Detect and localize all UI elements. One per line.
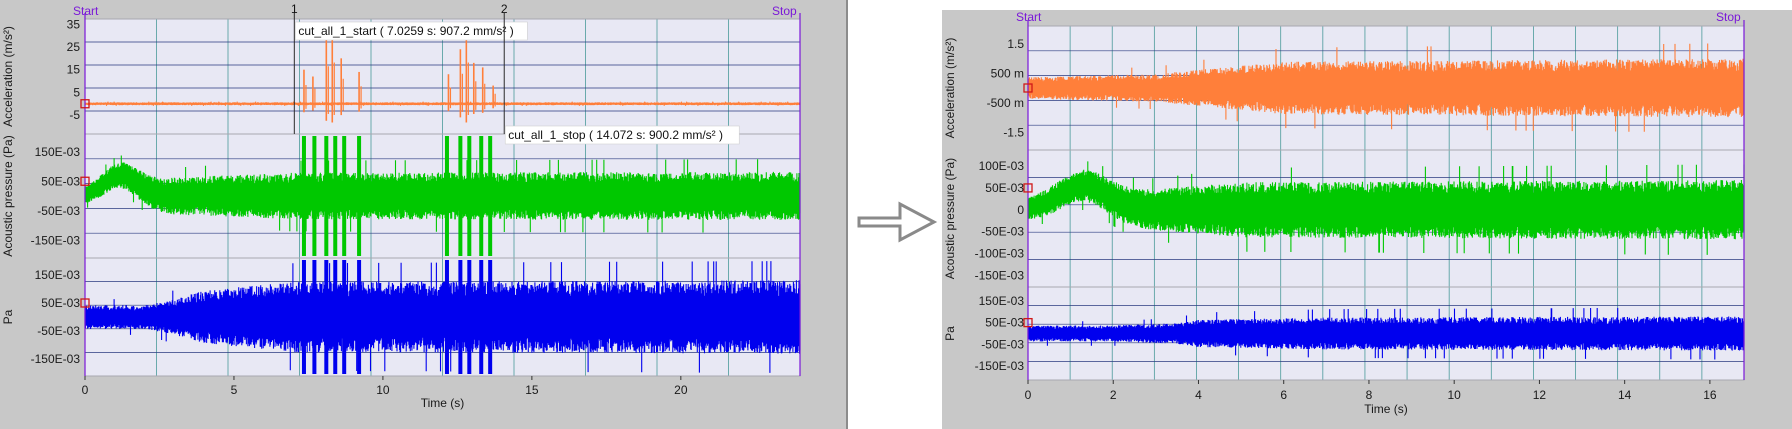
cut-marker-annotation: cut_all_1_start ( 7.0259 s: 907.2 mm/s² … (298, 24, 513, 38)
y-tick-label: -150E-03 (31, 233, 81, 247)
before-chart: Start Stop 1cut_all_1_start ( 7.0259 s: 9… (0, 0, 846, 429)
x-tick-label: 0 (1025, 388, 1032, 402)
x-tick-label: 2 (1110, 388, 1117, 402)
cut-marker-annotation: cut_all_1_stop ( 14.072 s: 900.2 mm/s² ) (508, 128, 723, 142)
x-tick-label: 8 (1366, 388, 1373, 402)
stop-cursor-label: Stop (772, 4, 797, 18)
y-tick-label: 50E-03 (985, 181, 1024, 195)
y-tick-label: -50E-03 (37, 204, 80, 218)
before-pa_channel-spike (479, 260, 484, 374)
y-tick-label: 50E-03 (985, 316, 1024, 330)
before-pa_channel-spike (324, 260, 329, 374)
y-tick-label: 150E-03 (35, 268, 81, 282)
before-acoustic_pressure-spike (301, 136, 306, 256)
before-acoustic_pressure-spike (467, 136, 472, 256)
y-tick-label: 150E-03 (979, 294, 1025, 308)
right-arrow-icon (857, 201, 938, 243)
before-acoustic_pressure-spike (488, 136, 493, 256)
y-axis-title: Acoustic pressure (Pa) (1, 135, 15, 256)
before-pa_channel-spike (458, 260, 463, 374)
y-tick-label: -1.5 (1003, 125, 1024, 139)
before-acoustic_pressure-spike (342, 136, 347, 256)
comparison-figure: Start Stop 1cut_all_1_start ( 7.0259 s: 9… (0, 0, 1792, 429)
before-pa_channel-spike (333, 260, 338, 374)
y-tick-label: -5 (69, 108, 80, 122)
x-tick-label: 4 (1195, 388, 1202, 402)
before-pa_channel-spike (301, 260, 306, 374)
before-pa_channel-spike (444, 260, 449, 374)
cut-marker-number: 2 (501, 2, 508, 16)
y-tick-label: 35 (67, 17, 81, 31)
x-tick-label: 10 (376, 383, 390, 397)
y-axis-title: Pa (943, 326, 957, 341)
before-pa_channel-spike (488, 260, 493, 374)
before-acoustic_pressure-spike (333, 136, 338, 256)
before-pa_channel-spike (342, 260, 347, 374)
cut-marker-number: 1 (291, 2, 298, 16)
y-axis-title: Acoustic pressure (Pa) (943, 158, 957, 279)
y-tick-label: -50E-03 (981, 337, 1024, 351)
x-tick-label: 5 (231, 383, 238, 397)
y-tick-label: -100E-03 (975, 246, 1025, 260)
x-tick-label: 10 (1448, 388, 1462, 402)
x-tick-label: 20 (674, 383, 688, 397)
before-pa_channel-spike (312, 260, 317, 374)
y-tick-label: 150E-03 (35, 145, 81, 159)
y-tick-label: -50E-03 (981, 225, 1024, 239)
before-acoustic_pressure-spike (324, 136, 329, 256)
y-tick-label: 50E-03 (41, 174, 80, 188)
y-axis-title: Pa (1, 309, 15, 324)
before-pa_channel-spike (467, 260, 472, 374)
stop-cursor-label: Stop (1716, 10, 1741, 24)
start-cursor-label: Start (1016, 10, 1042, 24)
before-acoustic_pressure-spike (458, 136, 463, 256)
x-axis-title: Time (s) (1364, 402, 1408, 416)
before-acoustic_pressure-spike (444, 136, 449, 256)
y-tick-label: 100E-03 (979, 159, 1025, 173)
panel-divider (846, 0, 848, 429)
y-tick-label: 25 (67, 40, 81, 54)
y-tick-label: -50E-03 (37, 324, 80, 338)
before-acoustic_pressure-spike (357, 136, 362, 256)
y-tick-label: -150E-03 (975, 268, 1025, 282)
y-axis-title: Acceleration (m/s²) (943, 38, 957, 139)
y-tick-label: -150E-03 (975, 359, 1025, 373)
y-axis-title: Acceleration (m/s²) (1, 26, 15, 127)
y-tick-label: 50E-03 (41, 296, 80, 310)
y-tick-label: 5 (73, 85, 80, 99)
x-tick-label: 16 (1703, 388, 1717, 402)
y-tick-label: -150E-03 (31, 352, 81, 366)
y-tick-label: -500 m (987, 96, 1024, 110)
x-tick-label: 6 (1280, 388, 1287, 402)
x-tick-label: 0 (82, 383, 89, 397)
y-tick-label: 0 (1017, 203, 1024, 217)
before-acoustic_pressure-spike (312, 136, 317, 256)
before-acoustic_pressure-spike (479, 136, 484, 256)
x-tick-label: 14 (1618, 388, 1632, 402)
y-tick-label: 500 m (991, 66, 1024, 80)
before-pa_channel-spike (357, 260, 362, 374)
x-tick-label: 15 (525, 383, 539, 397)
start-cursor-label: Start (73, 4, 99, 18)
y-tick-label: 15 (67, 63, 81, 77)
x-axis-title: Time (s) (421, 396, 465, 410)
y-tick-label: 1.5 (1007, 37, 1024, 51)
x-tick-label: 12 (1533, 388, 1547, 402)
after-chart: Start Stop 1.5 500 m -500 m -1.5 Acceleration… (942, 10, 1792, 429)
